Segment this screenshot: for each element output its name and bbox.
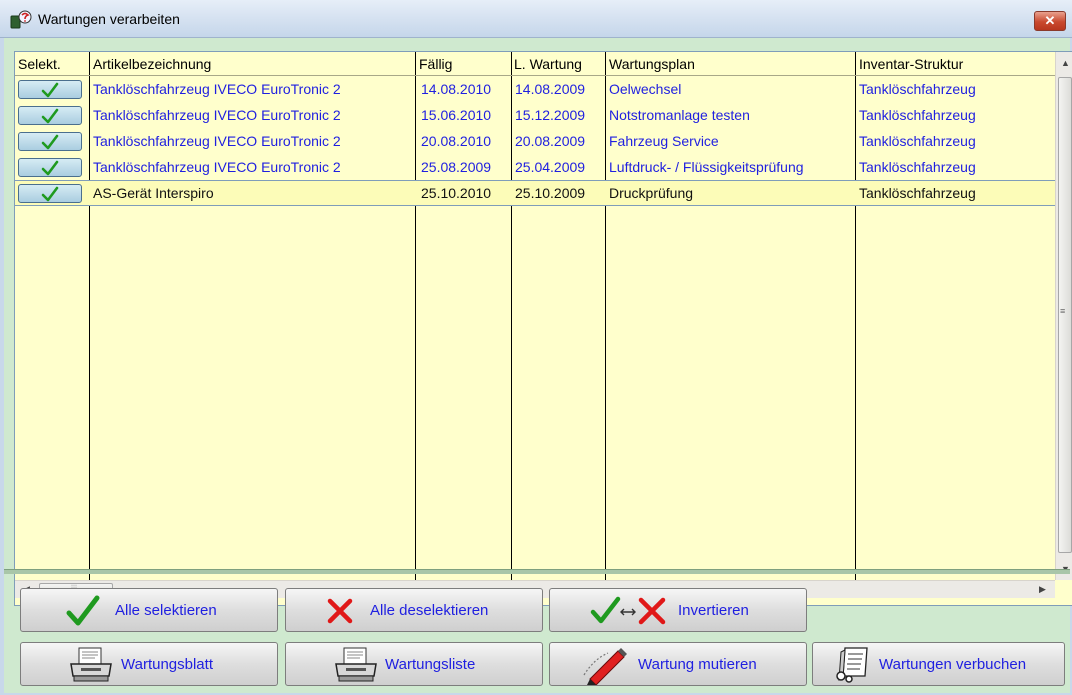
invert-icon xyxy=(590,595,672,631)
cell-wartungsplan: Fahrzeug Service xyxy=(609,133,719,149)
table-row[interactable]: Tanklöschfahrzeug IVECO EuroTronic 2 25.… xyxy=(15,155,1055,181)
main-panel: Selekt. Artikelbezeichnung Fällig L. War… xyxy=(4,38,1072,693)
scroll-up-icon[interactable]: ▲ xyxy=(1061,58,1070,68)
row-select-toggle[interactable] xyxy=(18,158,82,177)
alle-selektieren-label: Alle selektieren xyxy=(115,602,217,619)
table-row-current[interactable]: AS-Gerät Interspiro 25.10.2010 25.10.200… xyxy=(15,180,1055,206)
wartungsblatt-label: Wartungsblatt xyxy=(121,656,213,673)
check-icon xyxy=(41,186,59,202)
book-icon xyxy=(833,646,873,688)
table-row[interactable]: Tanklöschfahrzeug IVECO EuroTronic 2 20.… xyxy=(15,129,1055,155)
check-icon xyxy=(41,82,59,98)
grip-icon: ≡ xyxy=(1060,306,1066,316)
cell-faellig: 14.08.2010 xyxy=(421,81,492,97)
cell-wartungsplan: Druckprüfung xyxy=(609,185,694,201)
panel-divider xyxy=(4,569,1070,574)
wartung-mutieren-button[interactable]: Wartung mutieren xyxy=(549,642,807,686)
cell-artikelbezeichnung: AS-Gerät Interspiro xyxy=(93,185,214,201)
cell-wartungsplan: Notstromanlage testen xyxy=(609,107,750,123)
cell-artikelbezeichnung: Tanklöschfahrzeug IVECO EuroTronic 2 xyxy=(93,81,341,97)
check-icon xyxy=(41,134,59,150)
invertieren-label: Invertieren xyxy=(678,602,749,619)
cell-inventar-struktur: Tanklöschfahrzeug xyxy=(859,159,976,175)
row-select-toggle[interactable] xyxy=(18,80,82,99)
table-row[interactable]: Tanklöschfahrzeug IVECO EuroTronic 2 14.… xyxy=(15,77,1055,103)
column-header-inventar-struktur[interactable]: Inventar-Struktur xyxy=(859,56,963,72)
header-underline xyxy=(15,75,1055,76)
column-header-artikelbezeichnung[interactable]: Artikelbezeichnung xyxy=(93,56,211,72)
alle-deselektieren-button[interactable]: Alle deselektieren xyxy=(285,588,543,632)
check-icon xyxy=(41,108,59,124)
printer-icon xyxy=(332,646,380,688)
wartungen-verbuchen-label: Wartungen verbuchen xyxy=(879,656,1027,673)
cell-l-wartung: 25.04.2009 xyxy=(515,159,586,175)
alle-selektieren-button[interactable]: Alle selektieren xyxy=(20,588,278,632)
cell-wartungsplan: Luftdruck- / Flüssigkeitsprüfung xyxy=(609,159,804,175)
title-bar: Wartungen verarbeiten ✕ xyxy=(0,0,1072,38)
wartung-mutieren-label: Wartung mutieren xyxy=(638,656,757,673)
column-header-faellig[interactable]: Fällig xyxy=(419,56,452,72)
column-header-wartungsplan[interactable]: Wartungsplan xyxy=(609,56,695,72)
window-app-icon xyxy=(10,10,32,30)
close-button[interactable]: ✕ xyxy=(1034,11,1066,31)
cell-l-wartung: 20.08.2009 xyxy=(515,133,586,149)
maintenance-grid: Selekt. Artikelbezeichnung Fällig L. War… xyxy=(14,51,1072,606)
check-icon xyxy=(41,160,59,176)
scroll-right-icon[interactable]: ▶ xyxy=(1039,584,1046,595)
cell-faellig: 15.06.2010 xyxy=(421,107,492,123)
vertical-scrollbar[interactable]: ▲ ≡ ▼ xyxy=(1055,52,1072,580)
cell-l-wartung: 14.08.2009 xyxy=(515,81,586,97)
printer-icon xyxy=(67,646,115,688)
cell-wartungsplan: Oelwechsel xyxy=(609,81,682,97)
cell-artikelbezeichnung: Tanklöschfahrzeug IVECO EuroTronic 2 xyxy=(93,107,341,123)
check-icon xyxy=(65,595,101,631)
cell-artikelbezeichnung: Tanklöschfahrzeug IVECO EuroTronic 2 xyxy=(93,159,341,175)
window-title: Wartungen verarbeiten xyxy=(38,11,180,27)
invertieren-button[interactable]: Invertieren xyxy=(549,588,807,632)
cross-icon xyxy=(326,597,354,629)
wartungsblatt-button[interactable]: Wartungsblatt xyxy=(20,642,278,686)
row-select-toggle[interactable] xyxy=(18,106,82,125)
cell-inventar-struktur: Tanklöschfahrzeug xyxy=(859,185,976,201)
cell-inventar-struktur: Tanklöschfahrzeug xyxy=(859,133,976,149)
wartungen-verbuchen-button[interactable]: Wartungen verbuchen xyxy=(812,642,1065,686)
cell-faellig: 20.08.2010 xyxy=(421,133,492,149)
cell-l-wartung: 15.12.2009 xyxy=(515,107,586,123)
edit-pen-icon xyxy=(580,645,628,689)
cell-faellig: 25.10.2010 xyxy=(421,185,492,201)
row-select-toggle[interactable] xyxy=(18,132,82,151)
wartungsliste-button[interactable]: Wartungsliste xyxy=(285,642,543,686)
alle-deselektieren-label: Alle deselektieren xyxy=(370,602,489,619)
cell-inventar-struktur: Tanklöschfahrzeug xyxy=(859,81,976,97)
column-header-l-wartung[interactable]: L. Wartung xyxy=(514,56,582,72)
cell-artikelbezeichnung: Tanklöschfahrzeug IVECO EuroTronic 2 xyxy=(93,133,341,149)
cell-inventar-struktur: Tanklöschfahrzeug xyxy=(859,107,976,123)
column-header-selekt[interactable]: Selekt. xyxy=(18,56,61,72)
row-select-toggle[interactable] xyxy=(18,184,82,203)
wartungsliste-label: Wartungsliste xyxy=(385,656,476,673)
table-row[interactable]: Tanklöschfahrzeug IVECO EuroTronic 2 15.… xyxy=(15,103,1055,129)
cell-faellig: 25.08.2009 xyxy=(421,159,492,175)
cell-l-wartung: 25.10.2009 xyxy=(515,185,586,201)
